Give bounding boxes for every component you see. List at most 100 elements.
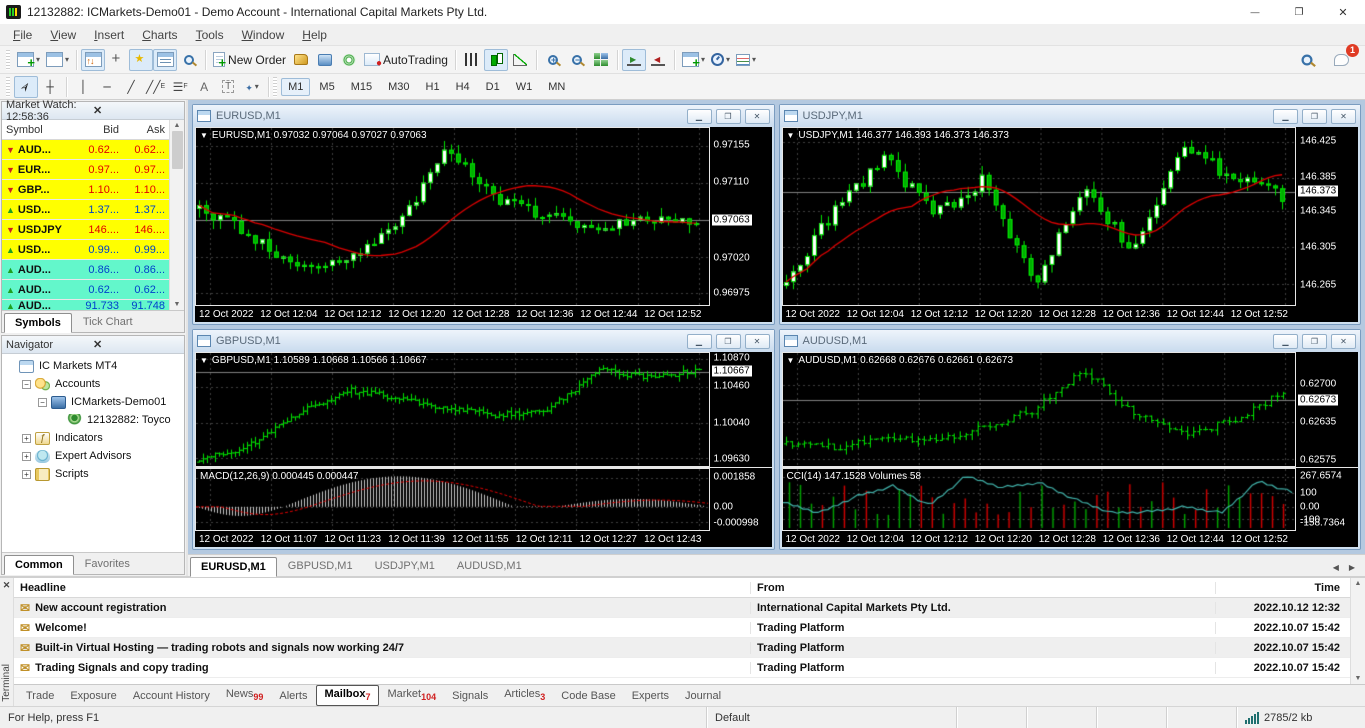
timeframe-button[interactable]: M1	[281, 78, 310, 96]
terminal-tab[interactable]: Journal	[677, 688, 729, 704]
symbol-row[interactable]: ▼USDJPY 146.... 146....	[2, 220, 169, 240]
chart-tab[interactable]: USDJPY,M1	[364, 556, 446, 576]
chart-tab[interactable]: EURUSD,M1	[190, 557, 277, 577]
channel-tool[interactable]: ╱╱E	[143, 76, 168, 98]
mail-row[interactable]: Welcome! Trading Platform 2022.10.07 15:…	[14, 618, 1350, 638]
symbol-row[interactable]: ▲AUD... 0.62... 0.62...	[2, 280, 169, 300]
price-axis[interactable]: 0.971550.971100.970630.970200.96975	[710, 127, 772, 306]
tree-item[interactable]: + Indicators	[6, 429, 184, 447]
tree-item[interactable]: + Expert Advisors	[6, 447, 184, 465]
tab-scroll-left-icon[interactable]: ◀	[1333, 563, 1339, 572]
terminal-tab[interactable]: News99	[218, 686, 272, 704]
market-watch-toggle[interactable]	[81, 49, 105, 71]
timeframe-button[interactable]: M5	[312, 78, 341, 96]
time-axis[interactable]: 12 Oct 202212 Oct 12:0412 Oct 12:1212 Oc…	[195, 306, 772, 322]
time-axis[interactable]: 12 Oct 202212 Oct 11:0712 Oct 11:2312 Oc…	[195, 531, 772, 547]
terminal-tab[interactable]: Account History	[125, 688, 218, 704]
profiles-button[interactable]: ▾	[43, 49, 72, 71]
column-symbol[interactable]: Symbol	[2, 124, 76, 136]
terminal-tab[interactable]: Code Base	[553, 688, 623, 704]
terminal-tab[interactable]: Market104	[379, 686, 444, 704]
chart-plot-area[interactable]: ▼EURUSD,M1 0.97032 0.97064 0.97027 0.970…	[195, 127, 710, 306]
toolbar-grip[interactable]	[6, 50, 10, 70]
column-headline[interactable]: Headline	[14, 582, 750, 594]
navigator-tab[interactable]: Favorites	[74, 554, 141, 574]
tree-expander[interactable]: −	[38, 398, 47, 407]
window-restore-button[interactable]	[1277, 0, 1321, 24]
menu-item[interactable]: Help	[293, 26, 336, 44]
terminal-tab[interactable]: Mailbox7	[316, 685, 380, 705]
templates-button[interactable]: ▾	[733, 49, 759, 71]
fibonacci-tool[interactable]: ☰F	[168, 76, 192, 98]
timeframe-button[interactable]: M30	[381, 78, 416, 96]
tree-item[interactable]: + Scripts	[6, 465, 184, 483]
toolbar-grip3[interactable]	[273, 77, 277, 97]
window-close-button[interactable]	[1321, 0, 1365, 24]
symbol-row[interactable]: ▼GBP... 1.10... 1.10...	[2, 180, 169, 200]
menu-item[interactable]: File	[4, 26, 41, 44]
scroll-up-icon[interactable]: ▲	[1355, 580, 1362, 587]
mail-row[interactable]: New account registration International C…	[14, 598, 1350, 618]
terminal-tab[interactable]: Experts	[624, 688, 677, 704]
trendline-tool[interactable]: ╱	[119, 76, 143, 98]
indicator-plot-area[interactable]: CCI(14) 147.1528 Volumes 58	[782, 468, 1297, 531]
horizontal-line-tool[interactable]: ─	[95, 76, 119, 98]
price-axis[interactable]: 0.627000.626730.626350.62575	[1296, 352, 1358, 467]
scroll-down-icon[interactable]: ▼	[174, 301, 181, 308]
chart-window-titlebar[interactable]: GBPUSD,M1 ▁ ❐ ✕	[193, 330, 774, 352]
chart-tab[interactable]: GBPUSD,M1	[277, 556, 364, 576]
chart-restore-button[interactable]: ❐	[716, 334, 741, 349]
chart-shift-button[interactable]	[646, 49, 670, 71]
crosshair-tool[interactable]: ┼	[38, 76, 62, 98]
toolbar-grip2[interactable]	[6, 77, 10, 97]
time-axis[interactable]: 12 Oct 202212 Oct 12:0412 Oct 12:1212 Oc…	[782, 531, 1359, 547]
terminal-tab[interactable]: Trade	[18, 688, 62, 704]
symbol-dropdown-icon[interactable]: ▼	[200, 356, 208, 365]
timeframe-button[interactable]: M15	[344, 78, 379, 96]
chart-restore-button[interactable]: ❐	[1302, 334, 1327, 349]
tile-windows-button[interactable]	[589, 49, 613, 71]
vertical-line-tool[interactable]: │	[71, 76, 95, 98]
chart-close-button[interactable]: ✕	[745, 109, 770, 124]
arrows-tool[interactable]: ✦▾	[240, 76, 264, 98]
chart-minimize-button[interactable]: ▁	[1273, 109, 1298, 124]
timeframe-button[interactable]: H4	[449, 78, 477, 96]
notifications-button[interactable]: 1	[1329, 49, 1353, 71]
strategy-tester-button[interactable]	[177, 49, 201, 71]
chart-minimize-button[interactable]: ▁	[687, 334, 712, 349]
column-from[interactable]: From	[750, 582, 1215, 594]
mail-row[interactable]: Built-in Virtual Hosting — trading robot…	[14, 638, 1350, 658]
window-minimize-button[interactable]	[1233, 0, 1277, 24]
tree-item[interactable]: 12132882: Toyco	[6, 411, 184, 429]
scroll-down-icon[interactable]: ▼	[1355, 675, 1362, 682]
symbol-row[interactable]: ▲USD... 1.37... 1.37...	[2, 200, 169, 220]
chart-close-button[interactable]: ✕	[745, 334, 770, 349]
chart-minimize-button[interactable]: ▁	[687, 109, 712, 124]
chart-restore-button[interactable]: ❐	[1302, 109, 1327, 124]
symbol-row[interactable]: ▲USD... 0.99... 0.99...	[2, 240, 169, 260]
market-watch-close-icon[interactable]: ✕	[90, 104, 180, 117]
chart-restore-button[interactable]: ❐	[716, 109, 741, 124]
signals-button[interactable]	[337, 49, 361, 71]
new-order-button[interactable]: New Order	[210, 49, 289, 71]
chart-close-button[interactable]: ✕	[1331, 334, 1356, 349]
chart-plot-area[interactable]: ▼GBPUSD,M1 1.10589 1.10668 1.10566 1.106…	[195, 352, 710, 467]
indicators-button[interactable]: ▾	[679, 49, 708, 71]
price-axis[interactable]: 1.108701.106671.104601.100401.09630	[710, 352, 772, 467]
symbol-dropdown-icon[interactable]: ▼	[787, 356, 795, 365]
text-tool[interactable]: A	[192, 76, 216, 98]
data-window-button[interactable]	[105, 49, 129, 71]
timeframe-button[interactable]: W1	[509, 78, 540, 96]
indicator-plot-area[interactable]: MACD(12,26,9) 0.000445 0.000447	[195, 468, 710, 531]
zoom-in-button[interactable]: +	[541, 49, 565, 71]
bar-chart-button[interactable]	[460, 49, 484, 71]
indicator-axis[interactable]: 267.65741000.00-100-158.7364	[1296, 468, 1358, 531]
time-axis[interactable]: 12 Oct 202212 Oct 12:0412 Oct 12:1212 Oc…	[782, 306, 1359, 322]
timeframe-button[interactable]: D1	[479, 78, 507, 96]
symbol-row[interactable]: ▼AUD... 0.62... 0.62...	[2, 140, 169, 160]
cursor-tool[interactable]	[14, 76, 38, 98]
tab-scroll-right-icon[interactable]: ▶	[1349, 563, 1355, 572]
symbol-row[interactable]: ▼EUR... 0.97... 0.97...	[2, 160, 169, 180]
new-chart-button[interactable]: ▾	[14, 49, 43, 71]
column-ask[interactable]: Ask	[123, 124, 169, 136]
